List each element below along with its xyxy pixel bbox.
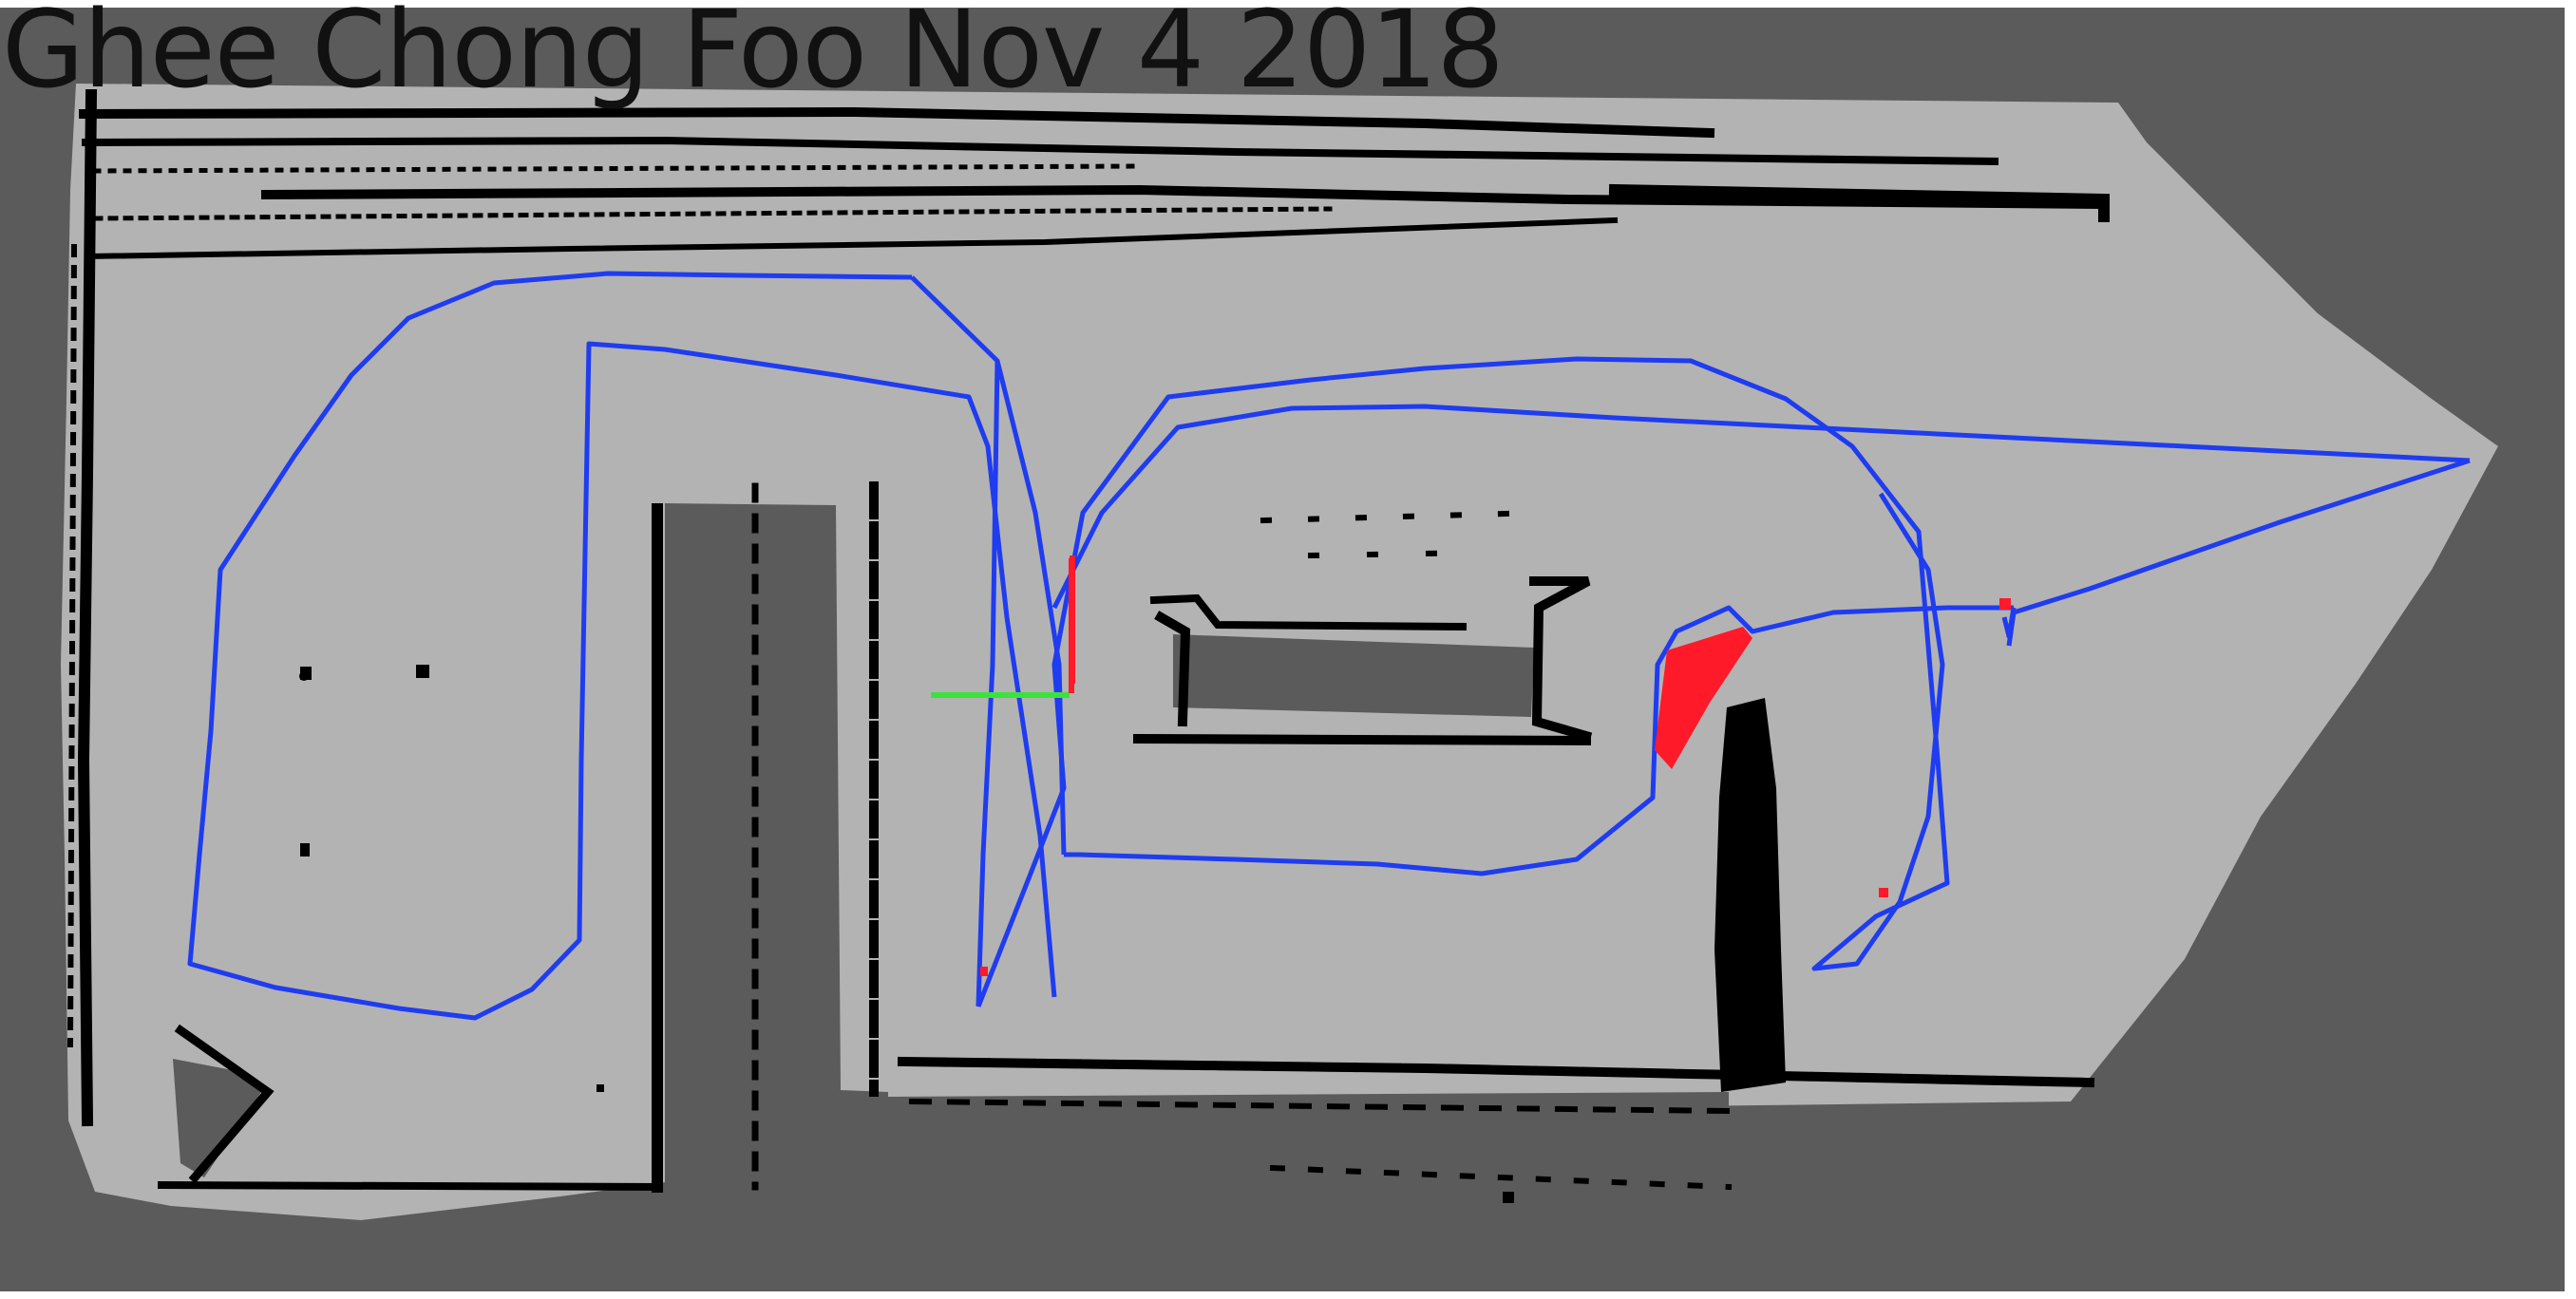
laser-hit-small — [1999, 598, 2011, 610]
laser-hit-small — [1879, 888, 1888, 897]
laser-hit-small — [980, 967, 988, 976]
obstacle-dot — [300, 843, 310, 857]
pocket-center-box — [1173, 634, 1534, 717]
map-viewer: Ghee Chong Foo Nov 4 2018 — [0, 0, 2576, 1299]
occupancy-map — [0, 0, 2576, 1299]
wall-bottom-left — [157, 1180, 660, 1192]
wall-left — [77, 88, 98, 1127]
center-box-bottom — [1132, 733, 1592, 746]
obstacle-dot — [597, 1084, 604, 1092]
obstacle-dot — [416, 665, 429, 678]
obstacle-dot — [300, 667, 312, 680]
obstacle-dot — [1503, 1192, 1514, 1203]
